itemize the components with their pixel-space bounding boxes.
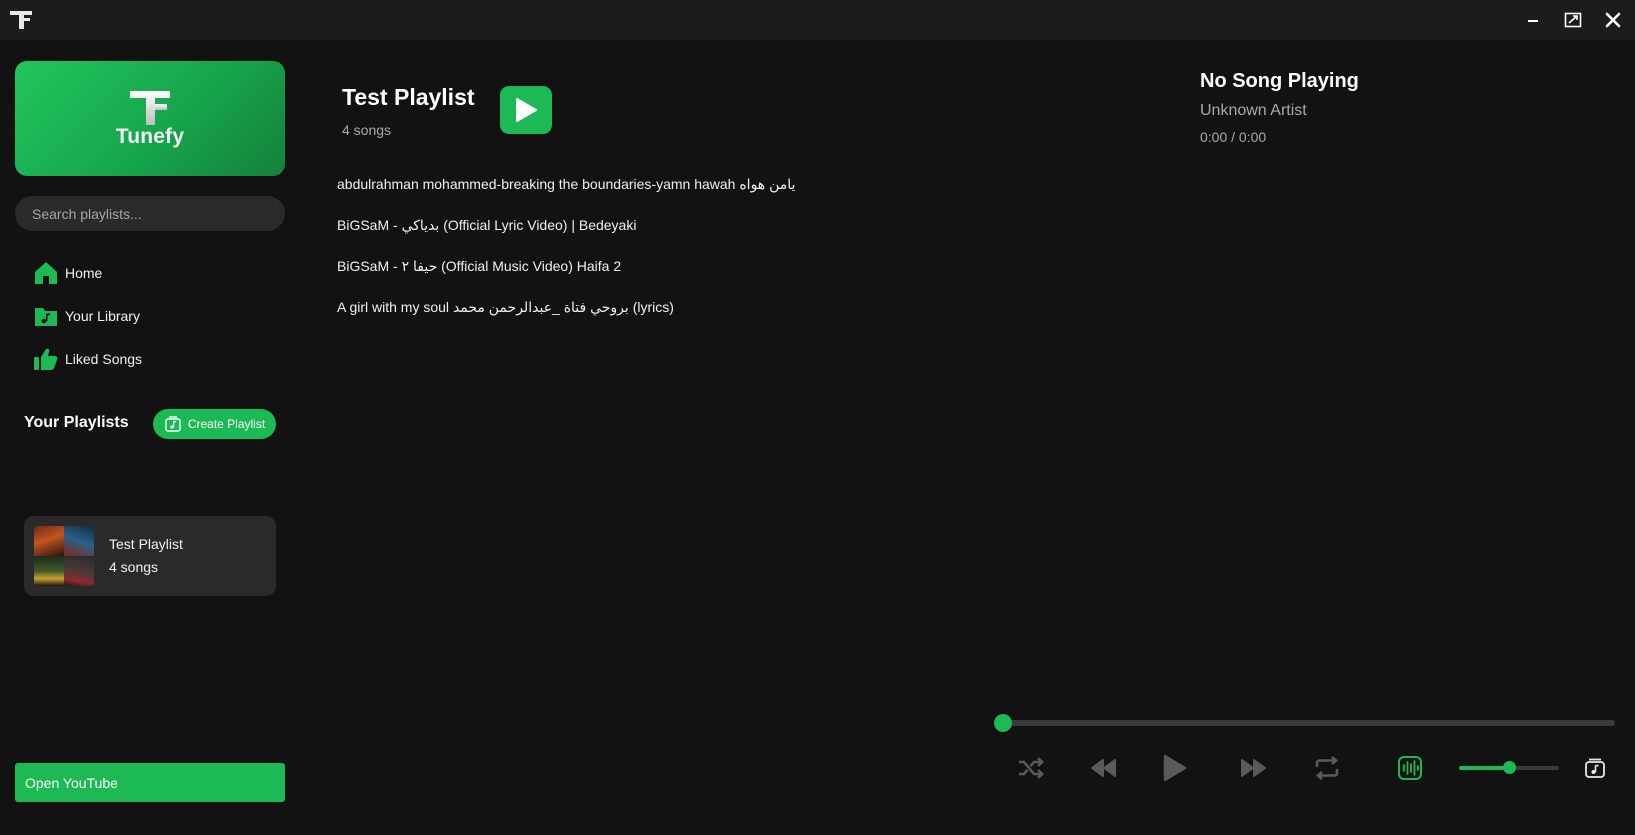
nav-your-library[interactable]: Your Library [33, 303, 140, 329]
queue-icon [1585, 758, 1605, 778]
playlist-title: Test Playlist [342, 84, 475, 110]
open-youtube-button[interactable]: Open YouTube [15, 763, 285, 802]
volume-fill [1459, 766, 1509, 770]
song-item[interactable]: abdulrahman mohammed-breaking the bounda… [337, 176, 795, 193]
now-playing-artist: Unknown Artist [1200, 102, 1307, 119]
play-playlist-button[interactable] [500, 86, 552, 134]
nav-liked-songs-label: Liked Songs [65, 351, 143, 367]
brand-banner: Tunefy [15, 61, 285, 176]
progress-bar[interactable] [994, 714, 1615, 732]
shuffle-button[interactable] [1015, 753, 1047, 783]
previous-icon [1091, 759, 1116, 777]
playlist-card-title: Test Playlist [109, 536, 183, 552]
create-playlist-label: Create Playlist [187, 417, 266, 431]
visualizer-button[interactable] [1394, 753, 1426, 783]
nav-liked-songs[interactable]: Liked Songs [33, 346, 142, 372]
thumbs-up-icon [34, 348, 58, 370]
next-button[interactable] [1238, 753, 1270, 783]
song-item[interactable]: BiGSaM - حيفا ٢ (Official Music Video) H… [337, 258, 621, 275]
create-playlist-button[interactable]: Create Playlist [153, 409, 276, 439]
sidebar: Tunefy Home Your Library Liked Songs You… [0, 40, 300, 835]
repeat-button[interactable] [1311, 753, 1343, 783]
playlist-cover [34, 526, 94, 586]
brand-name: Tunefy [115, 124, 185, 148]
maximize-icon[interactable] [1560, 8, 1586, 32]
queue-button[interactable] [1579, 753, 1611, 783]
volume-slider[interactable] [1459, 761, 1559, 774]
tunefy-logo-icon [130, 90, 170, 125]
play-icon [1163, 754, 1187, 782]
minimize-icon[interactable] [1520, 8, 1546, 32]
next-icon [1241, 759, 1266, 777]
previous-button[interactable] [1087, 753, 1119, 783]
playlist-song-count: 4 songs [342, 122, 392, 138]
nav-home[interactable]: Home [33, 260, 102, 286]
progress-handle[interactable] [994, 714, 1012, 732]
song-item[interactable]: A girl with my soul بروحي فتاة _عبدالرحم… [337, 299, 674, 316]
close-icon[interactable] [1600, 8, 1626, 32]
play-button[interactable] [1158, 753, 1190, 783]
add-playlist-icon [165, 416, 181, 432]
now-playing-time: 0:00 / 0:00 [1200, 129, 1267, 145]
song-item[interactable]: BiGSaM - بدياكي (Official Lyric Video) |… [337, 217, 636, 234]
visualizer-icon [1398, 756, 1422, 780]
playlist-card[interactable]: Test Playlist 4 songs [24, 516, 276, 596]
nav-home-label: Home [65, 265, 103, 281]
now-playing-title: No Song Playing [1200, 70, 1359, 92]
nav-your-library-label: Your Library [65, 308, 140, 324]
app-logo-icon [8, 8, 34, 32]
your-playlists-heading: Your Playlists [24, 414, 129, 431]
library-icon [35, 308, 57, 326]
repeat-icon [1315, 756, 1339, 780]
search-input[interactable] [15, 196, 285, 231]
home-icon [35, 262, 57, 284]
playlist-card-count: 4 songs [109, 559, 159, 575]
volume-handle[interactable] [1503, 761, 1516, 774]
play-icon [516, 98, 537, 122]
title-bar [0, 0, 1635, 40]
shuffle-icon [1019, 757, 1044, 779]
